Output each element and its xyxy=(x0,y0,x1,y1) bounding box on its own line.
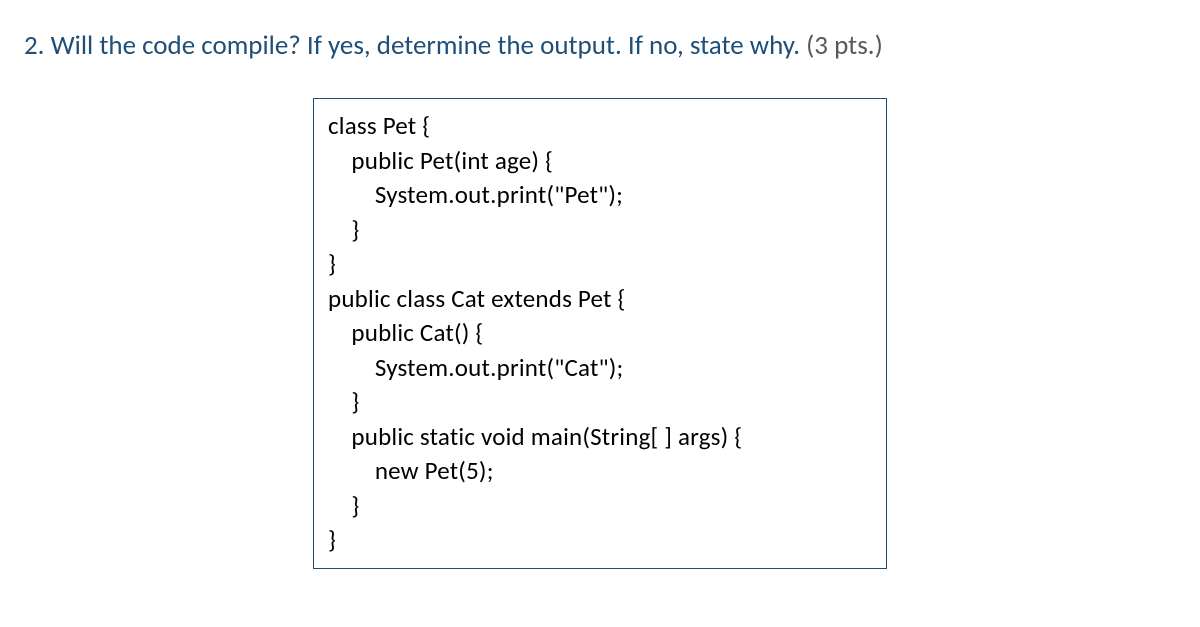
code-line: } xyxy=(328,524,336,555)
code-line: } xyxy=(328,386,359,417)
code-line: public static void main(String[ ] args) … xyxy=(328,421,742,452)
code-line: public Cat() { xyxy=(328,317,483,348)
code-line: } xyxy=(328,490,359,521)
question-text: Will the code compile? If yes, determine… xyxy=(51,29,800,62)
code-line: System.out.print("Pet"); xyxy=(328,179,623,210)
code-container: class Pet { public Pet(int age) { System… xyxy=(24,98,1176,569)
question-number: 2. xyxy=(24,29,45,62)
code-line: public class Cat extends Pet { xyxy=(328,283,626,314)
code-line: public Pet(int age) { xyxy=(328,145,553,176)
code-line: } xyxy=(328,214,359,245)
code-line: new Pet(5); xyxy=(328,455,494,486)
code-line: System.out.print("Cat"); xyxy=(328,352,623,383)
code-block: class Pet { public Pet(int age) { System… xyxy=(313,98,887,569)
code-line: } xyxy=(328,248,336,279)
question-points: (3 pts.) xyxy=(806,29,883,62)
question-header: 2. Will the code compile? If yes, determ… xyxy=(24,28,1176,64)
code-line: class Pet { xyxy=(328,110,430,141)
